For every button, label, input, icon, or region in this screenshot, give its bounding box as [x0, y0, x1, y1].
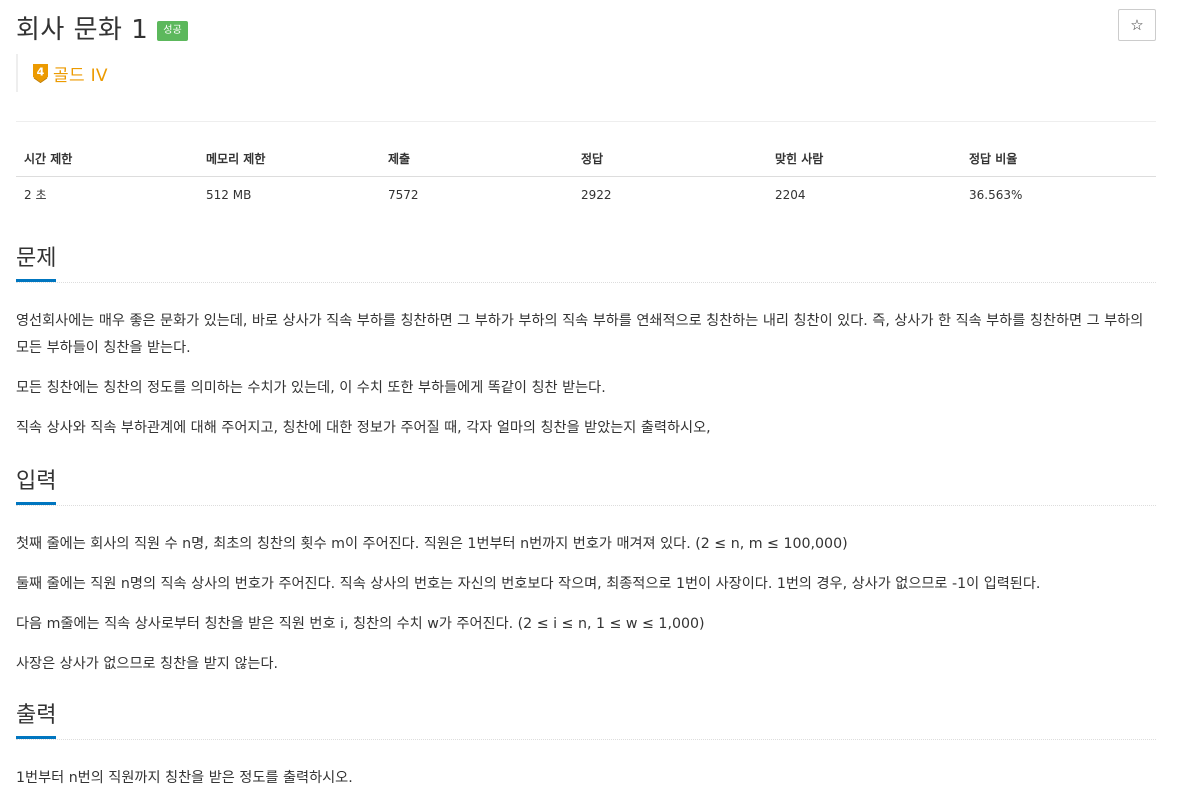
input-paragraph: 첫째 줄에는 회사의 직원 수 n명, 최초의 칭찬의 횟수 m이 주어진다. … — [16, 536, 848, 552]
section-title-input: 입력 — [16, 469, 57, 505]
info-value-row: 2 초 512 MB 7572 2922 2204 36.563% — [16, 177, 1156, 213]
value-accepted[interactable]: 2922 — [573, 177, 767, 213]
problem-paragraph: 영선회사에는 매우 좋은 문화가 있는데, 바로 상사가 직속 부하를 칭찬하면… — [16, 313, 1144, 356]
section-header: 출력 — [16, 701, 1156, 740]
problem-description-section: 문제 영선회사에는 매우 좋은 문화가 있는데, 바로 상사가 직속 부하를 칭… — [16, 244, 1156, 442]
section-header: 입력 — [16, 467, 1156, 506]
header-submissions: 제출 — [380, 140, 573, 177]
header-time-limit: 시간 제한 — [16, 140, 198, 177]
header-accepted: 정답 — [573, 140, 767, 177]
output-section: 출력 1번부터 n번의 직원까지 칭찬을 받은 정도를 출력하시오. — [16, 701, 1156, 792]
output-body: 1번부터 n번의 직원까지 칭찬을 받은 정도를 출력하시오. — [16, 765, 1156, 792]
tier-block: 4 골드 IV — [16, 54, 108, 92]
star-icon: ☆ — [1130, 16, 1144, 34]
input-body: 첫째 줄에는 회사의 직원 수 n명, 최초의 칭찬의 횟수 m이 주어진다. … — [16, 531, 1156, 678]
header-accept-ratio: 정답 비율 — [961, 140, 1156, 177]
tier-label[interactable]: 골드 IV — [53, 61, 108, 86]
success-badge: 성공 — [157, 21, 188, 41]
problem-paragraph: 직속 상사와 직속 부하관계에 대해 주어지고, 칭찬에 대한 정보가 주어질 … — [16, 420, 711, 436]
problem-info-table: 시간 제한 메모리 제한 제출 정답 맞힌 사람 정답 비율 2 초 512 M… — [16, 140, 1156, 212]
title-row: 회사 문화 1 성공 — [16, 9, 188, 45]
header-divider — [16, 121, 1156, 122]
header-solved-users: 맞힌 사람 — [767, 140, 961, 177]
section-title-problem: 문제 — [16, 246, 57, 282]
input-paragraph: 둘째 줄에는 직원 n명의 직속 상사의 번호가 주어진다. 직속 상사의 번호… — [16, 576, 1041, 592]
section-title-output: 출력 — [16, 703, 57, 739]
section-header: 문제 — [16, 244, 1156, 283]
value-accept-ratio: 36.563% — [969, 187, 1023, 202]
problem-title: 회사 문화 1 — [16, 14, 149, 45]
input-paragraph: 사장은 상사가 없으므로 칭찬을 받지 않는다. — [16, 656, 279, 672]
favorite-star-button[interactable]: ☆ — [1118, 9, 1156, 41]
gold-tier-icon: 4 — [33, 64, 48, 83]
value-time-limit: 2 초 — [24, 188, 47, 202]
value-submissions[interactable]: 7572 — [380, 177, 573, 213]
output-paragraph: 1번부터 n번의 직원까지 칭찬을 받은 정도를 출력하시오. — [16, 770, 353, 786]
input-section: 입력 첫째 줄에는 회사의 직원 수 n명, 최초의 칭찬의 횟수 m이 주어진… — [16, 467, 1156, 678]
value-memory-limit: 512 MB — [206, 187, 252, 202]
tier-number: 4 — [37, 66, 45, 79]
problem-paragraph: 모든 칭찬에는 칭찬의 정도를 의미하는 수치가 있는데, 이 수치 또한 부하… — [16, 380, 606, 396]
header-memory-limit: 메모리 제한 — [198, 140, 380, 177]
input-paragraph: 다음 m줄에는 직속 상사로부터 칭찬을 받은 직원 번호 i, 칭찬의 수치 … — [16, 616, 705, 632]
info-header-row: 시간 제한 메모리 제한 제출 정답 맞힌 사람 정답 비율 — [16, 140, 1156, 177]
value-solved-users[interactable]: 2204 — [767, 177, 961, 213]
problem-description-body: 영선회사에는 매우 좋은 문화가 있는데, 바로 상사가 직속 부하를 칭찬하면… — [16, 308, 1156, 442]
